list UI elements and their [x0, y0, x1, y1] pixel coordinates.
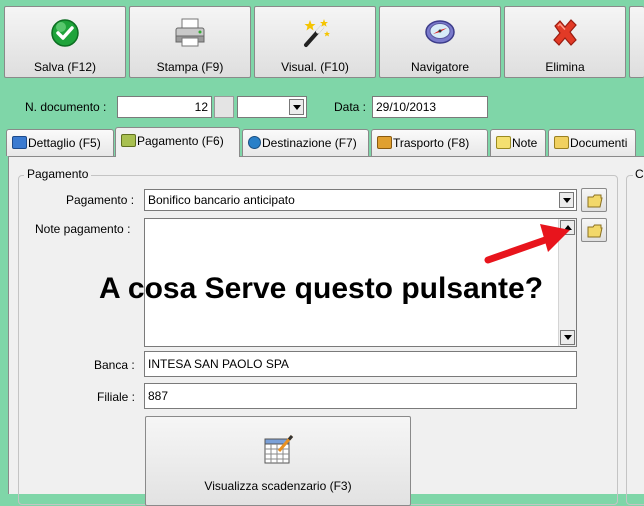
- payment-value: Bonifico bancario anticipato: [148, 193, 295, 207]
- tab-pagamento-label: Pagamento (F6): [137, 134, 224, 148]
- red-x-icon: [505, 17, 625, 51]
- spreadsheet-icon: [264, 435, 294, 464]
- notes-label: Note pagamento :: [35, 222, 131, 236]
- red-arrow-icon: [484, 224, 570, 264]
- tab-note[interactable]: Note: [490, 129, 546, 156]
- tab-note-label: Note: [512, 136, 538, 150]
- folder-icon: [554, 136, 569, 149]
- bank-label: Banca :: [94, 358, 135, 372]
- checkmark-icon: [5, 17, 125, 51]
- truck-icon: [377, 136, 392, 149]
- date-label: Data :: [334, 100, 367, 114]
- scroll-down-icon[interactable]: [560, 330, 575, 345]
- tab-dettaglio[interactable]: Dettaglio (F5): [6, 129, 114, 156]
- navigator-button-label: Navigatore: [410, 60, 470, 74]
- compass-icon: [380, 17, 500, 51]
- note-icon: [496, 136, 511, 149]
- branch-field[interactable]: 887: [144, 383, 577, 409]
- doc-number-field[interactable]: 12: [117, 96, 212, 118]
- payment-label: Pagamento :: [66, 193, 135, 207]
- annotation-text: A cosa Serve questo pulsante?: [99, 272, 544, 305]
- tab-dettaglio-label: Dettaglio (F5): [28, 136, 101, 150]
- tab-destinazione[interactable]: Destinazione (F7): [242, 129, 369, 156]
- bank-field[interactable]: INTESA SAN PAOLO SPA: [144, 351, 577, 377]
- delete-button-label: Elimina: [545, 60, 585, 74]
- delete-button[interactable]: Elimina: [504, 6, 626, 78]
- navigator-button[interactable]: Navigatore: [379, 6, 501, 78]
- doc-number-spinner[interactable]: [214, 96, 234, 118]
- globe-icon: [248, 136, 261, 149]
- view-schedule-label: Visualizza scadenzario (F3): [204, 479, 352, 493]
- tab-documenti-label: Documenti: [570, 136, 628, 150]
- view-button-label: Visual. (F10): [281, 60, 349, 74]
- doc-number-label: N. documento :: [25, 100, 107, 114]
- view-button[interactable]: Visual. (F10): [254, 6, 376, 78]
- date-field[interactable]: 29/10/2013: [372, 96, 488, 118]
- tab-destinazione-label: Destinazione (F7): [262, 136, 357, 150]
- notes-folder-button[interactable]: [581, 218, 607, 242]
- printer-icon: [130, 17, 250, 51]
- doc-series-select[interactable]: [237, 96, 307, 118]
- payment-folder-button[interactable]: [581, 188, 607, 212]
- view-schedule-button[interactable]: Visualizza scadenzario (F3): [145, 416, 411, 506]
- save-button-label: Salva (F12): [33, 60, 97, 74]
- folder-icon: [587, 224, 603, 238]
- payment-group-title: Pagamento: [24, 167, 92, 181]
- right-groupbox: [626, 175, 644, 505]
- chevron-down-icon[interactable]: [289, 99, 304, 115]
- tab-pagamento[interactable]: Pagamento (F6): [115, 127, 240, 157]
- right-group-title: C: [633, 167, 644, 181]
- folder-icon: [587, 194, 603, 208]
- print-button[interactable]: Stampa (F9): [129, 6, 251, 78]
- chevron-down-icon[interactable]: [559, 192, 574, 208]
- tab-trasporto[interactable]: Trasporto (F8): [371, 129, 488, 156]
- print-button-label: Stampa (F9): [156, 60, 224, 74]
- branch-label: Filiale :: [97, 390, 136, 404]
- calendar-icon: [12, 136, 27, 149]
- money-icon: [121, 134, 136, 147]
- tab-trasporto-label: Trasporto (F8): [393, 136, 470, 150]
- tab-documenti[interactable]: Documenti: [548, 129, 636, 156]
- magic-wand-icon: [255, 17, 375, 51]
- payment-select[interactable]: Bonifico bancario anticipato: [144, 189, 577, 211]
- toolbar-button-partial[interactable]: [629, 6, 644, 78]
- save-button[interactable]: Salva (F12): [4, 6, 126, 78]
